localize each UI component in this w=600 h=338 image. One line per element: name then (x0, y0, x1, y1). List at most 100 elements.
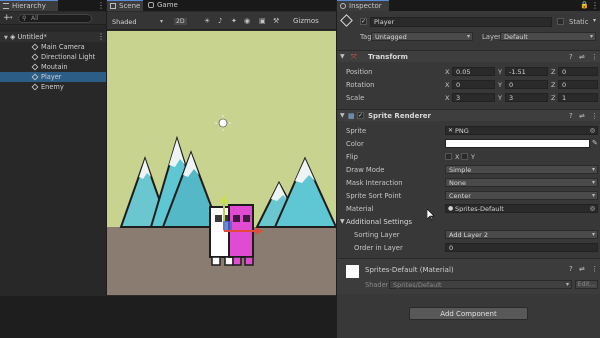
chevron-down-icon[interactable]: ▼ (340, 112, 345, 119)
sprite-renderer-icon: ▦ (348, 112, 355, 120)
hierarchy-item[interactable]: Directional Light (0, 52, 106, 62)
tab-inspector[interactable]: Inspector (337, 0, 389, 11)
gameobject-icon (31, 83, 39, 91)
chevron-down-icon[interactable]: ▼ (340, 53, 345, 60)
unity-scene-icon: ◈ (9, 33, 16, 41)
scene-viewport[interactable] (107, 31, 336, 295)
sprite-field[interactable]: ✕ PNG ◎ (445, 126, 598, 135)
position-x-field[interactable]: 0.05 (452, 67, 495, 76)
shading-mode-dropdown[interactable]: Shaded (109, 18, 165, 27)
order-in-layer-field[interactable]: 0 (445, 243, 598, 252)
sorting-layer-label: Sorting Layer (354, 231, 400, 239)
tab-hierarchy[interactable]: Hierarchy (0, 0, 58, 11)
hidden-objects-icon[interactable]: ◉ (244, 17, 250, 25)
inspector-panel: Inspector 🔒 ⋮ ✓ Player Static ▾ Tag Unta… (337, 0, 600, 338)
hierarchy-toolbar: + ▾ ⚲ All (0, 12, 106, 25)
chevron-down-icon[interactable]: ▼ (340, 218, 345, 225)
gameobject-icon (31, 63, 39, 71)
preset-icon[interactable]: ⇌ (579, 265, 585, 273)
tab-game[interactable]: Game (145, 0, 181, 11)
tag-dropdown[interactable]: Untagged (371, 32, 473, 41)
inspector-tab-bar: Inspector 🔒 ⋮ (337, 0, 600, 11)
mode-2d-button[interactable]: 2D (174, 18, 187, 25)
material-field[interactable]: ● Sprites-Default ◎ (445, 204, 598, 213)
lighting-icon[interactable]: ☀ (204, 17, 210, 25)
mask-interaction-dropdown[interactable]: None (445, 178, 598, 187)
component-menu-icon[interactable]: ⋮ (591, 112, 598, 120)
scene-menu-icon[interactable]: ⋮ (97, 33, 105, 41)
tools-icon[interactable]: ⚒ (273, 17, 279, 25)
sprite-renderer-enabled-checkbox[interactable]: ✓ (357, 112, 364, 119)
gizmos-dropdown[interactable]: Gizmos (293, 17, 319, 25)
hierarchy-item-selected[interactable]: Player (0, 72, 106, 82)
rotation-x-field[interactable]: 0 (452, 80, 495, 89)
component-menu-icon[interactable]: ⋮ (591, 265, 598, 273)
sprite-sort-point-dropdown[interactable]: Center (445, 191, 598, 200)
draw-mode-dropdown[interactable]: Simple (445, 165, 598, 174)
chevron-down-icon[interactable]: ▾ (593, 17, 596, 24)
sprite-label: Sprite (346, 127, 367, 135)
tab-scene[interactable]: Scene (107, 0, 143, 11)
mouse-cursor-icon (427, 209, 435, 221)
material-asset-icon: ● (448, 205, 454, 212)
eyedropper-icon[interactable]: ✎ (592, 139, 598, 147)
inspector-menu-icon[interactable]: ⋮ (591, 2, 599, 10)
position-y-field[interactable]: -1.51 (505, 67, 548, 76)
hierarchy-item[interactable]: Moutain (0, 62, 106, 72)
sprite-asset-icon: ✕ (448, 127, 454, 134)
hierarchy-search-input[interactable]: ⚲ All (18, 14, 92, 23)
gameobject-icon (31, 43, 39, 51)
layer-dropdown[interactable]: Default (500, 32, 596, 41)
scene-camera-icon[interactable]: ▣ (259, 17, 266, 25)
color-swatch[interactable] (445, 139, 590, 148)
flip-y-checkbox[interactable] (461, 153, 468, 160)
scene-view-canvas[interactable] (107, 31, 336, 295)
edit-shader-button[interactable]: Edit... (575, 280, 598, 289)
axis-z-label: Z (551, 94, 556, 102)
sorting-layer-dropdown[interactable]: Add Layer 2 (445, 230, 598, 239)
object-picker-icon[interactable]: ◎ (590, 205, 595, 212)
material-preview-swatch (346, 265, 359, 278)
hierarchy-tab-bar: Hierarchy ⋮ (0, 0, 106, 11)
scene-root-row[interactable]: ▼ ◈ Untitled* ⋮ (0, 32, 106, 42)
chevron-down-icon[interactable]: ▾ (10, 15, 13, 21)
scale-y-field[interactable]: 3 (505, 93, 548, 102)
static-checkbox[interactable] (557, 18, 564, 25)
position-label: Position (346, 68, 373, 76)
material-section: Sprites-Default (Material) ? ⇌ ⋮ Shader … (337, 258, 600, 294)
component-menu-icon[interactable]: ⋮ (591, 53, 598, 61)
static-label: Static (569, 18, 589, 26)
flip-x-checkbox[interactable] (445, 153, 452, 160)
hierarchy-item[interactable]: Enemy (0, 82, 106, 92)
rotation-z-field[interactable]: 0 (558, 80, 598, 89)
transform-header[interactable]: ▼ ⤧ Transform ? ⇌ ⋮ (337, 50, 600, 62)
preset-icon[interactable]: ⇌ (579, 53, 585, 61)
help-icon[interactable]: ? (569, 265, 573, 273)
order-in-layer-label: Order in Layer (354, 244, 403, 252)
add-component-button[interactable]: Add Component (409, 307, 528, 320)
scale-x-field[interactable]: 3 (452, 93, 495, 102)
additional-settings-foldout[interactable]: Additional Settings (346, 218, 412, 226)
scene-panel: Scene Game Shaded 2D ☀ ♪ ✦ ◉ ▣ ⚒ Gizmos (107, 0, 336, 296)
object-name-field[interactable]: Player (370, 17, 552, 27)
lock-icon[interactable]: 🔒 (580, 1, 589, 9)
hierarchy-menu-icon[interactable]: ⋮ (97, 2, 105, 10)
gamepad-icon (148, 2, 154, 8)
preset-icon[interactable]: ⇌ (579, 112, 585, 120)
shader-dropdown[interactable]: Sprites/Default (389, 280, 572, 289)
audio-icon[interactable]: ♪ (218, 17, 222, 25)
position-z-field[interactable]: 0 (558, 67, 598, 76)
active-checkbox[interactable]: ✓ (360, 18, 367, 25)
object-picker-icon[interactable]: ◎ (590, 127, 595, 134)
effects-icon[interactable]: ✦ (231, 17, 237, 25)
hierarchy-item[interactable]: Main Camera (0, 42, 106, 52)
help-icon[interactable]: ? (569, 112, 573, 120)
transform-icon: ⤧ (351, 53, 357, 61)
rotation-y-field[interactable]: 0 (505, 80, 548, 89)
scale-z-field[interactable]: 1 (558, 93, 598, 102)
help-icon[interactable]: ? (569, 53, 573, 61)
search-placeholder: All (31, 15, 39, 22)
sprite-renderer-header[interactable]: ▼ ▦ ✓ Sprite Renderer ? ⇌ ⋮ (337, 109, 600, 121)
chevron-down-icon[interactable]: ▼ (4, 35, 8, 41)
enemy-sprite[interactable] (228, 204, 254, 266)
